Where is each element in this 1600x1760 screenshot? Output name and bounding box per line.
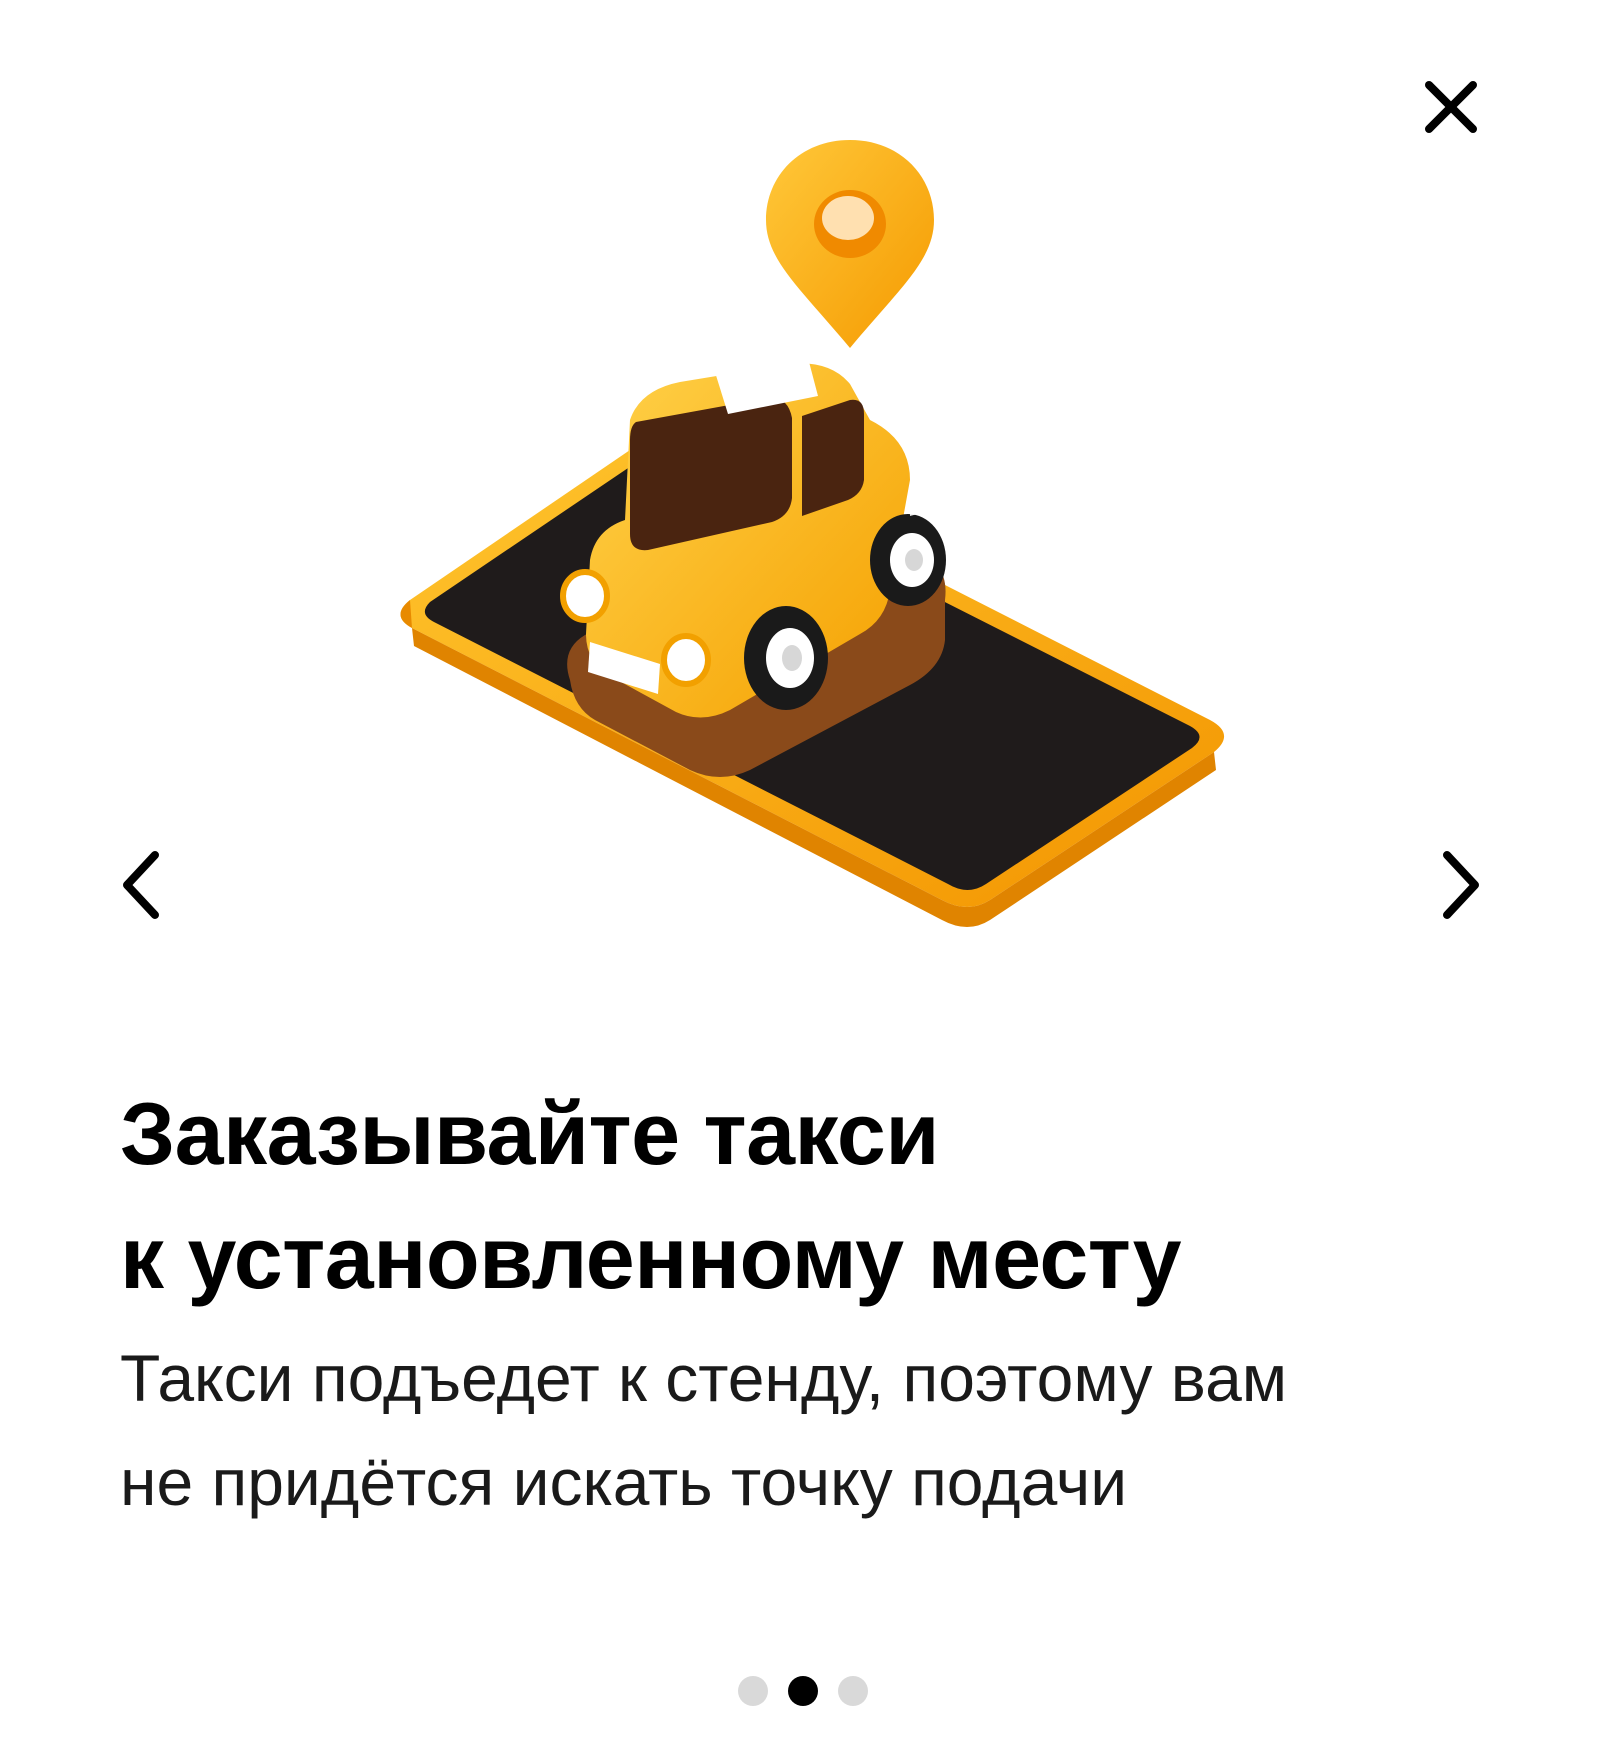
- slide-title: Заказывайте такси к установленному месту: [120, 1072, 1500, 1320]
- slide-title-line: к установленному месту: [120, 1208, 1182, 1307]
- front-wheel: [744, 606, 828, 710]
- onboarding-screen: Заказывайте такси к установленному месту…: [0, 0, 1600, 1760]
- close-icon: [1425, 81, 1477, 133]
- location-pin-icon: [766, 140, 934, 348]
- next-slide-button[interactable]: [1426, 845, 1496, 925]
- pagination-dot-2[interactable]: [788, 1676, 818, 1706]
- chevron-left-icon: [123, 851, 159, 919]
- pagination-dot-1[interactable]: [738, 1676, 768, 1706]
- taxi-illustration: [400, 140, 1225, 927]
- rear-wheel: [870, 514, 946, 606]
- slide-description: Такси подъедет к стенду, поэтому вам не …: [120, 1326, 1520, 1534]
- slide-description-line: не придётся искать точку подачи: [120, 1445, 1128, 1519]
- pagination-dot-3[interactable]: [838, 1676, 868, 1706]
- close-button[interactable]: [1416, 72, 1486, 142]
- slide-title-line: Заказывайте такси: [120, 1084, 939, 1183]
- previous-slide-button[interactable]: [106, 845, 176, 925]
- slide-description-line: Такси подъедет к стенду, поэтому вам: [120, 1341, 1288, 1415]
- pagination-dots: [0, 1676, 1600, 1706]
- chevron-right-icon: [1443, 851, 1479, 919]
